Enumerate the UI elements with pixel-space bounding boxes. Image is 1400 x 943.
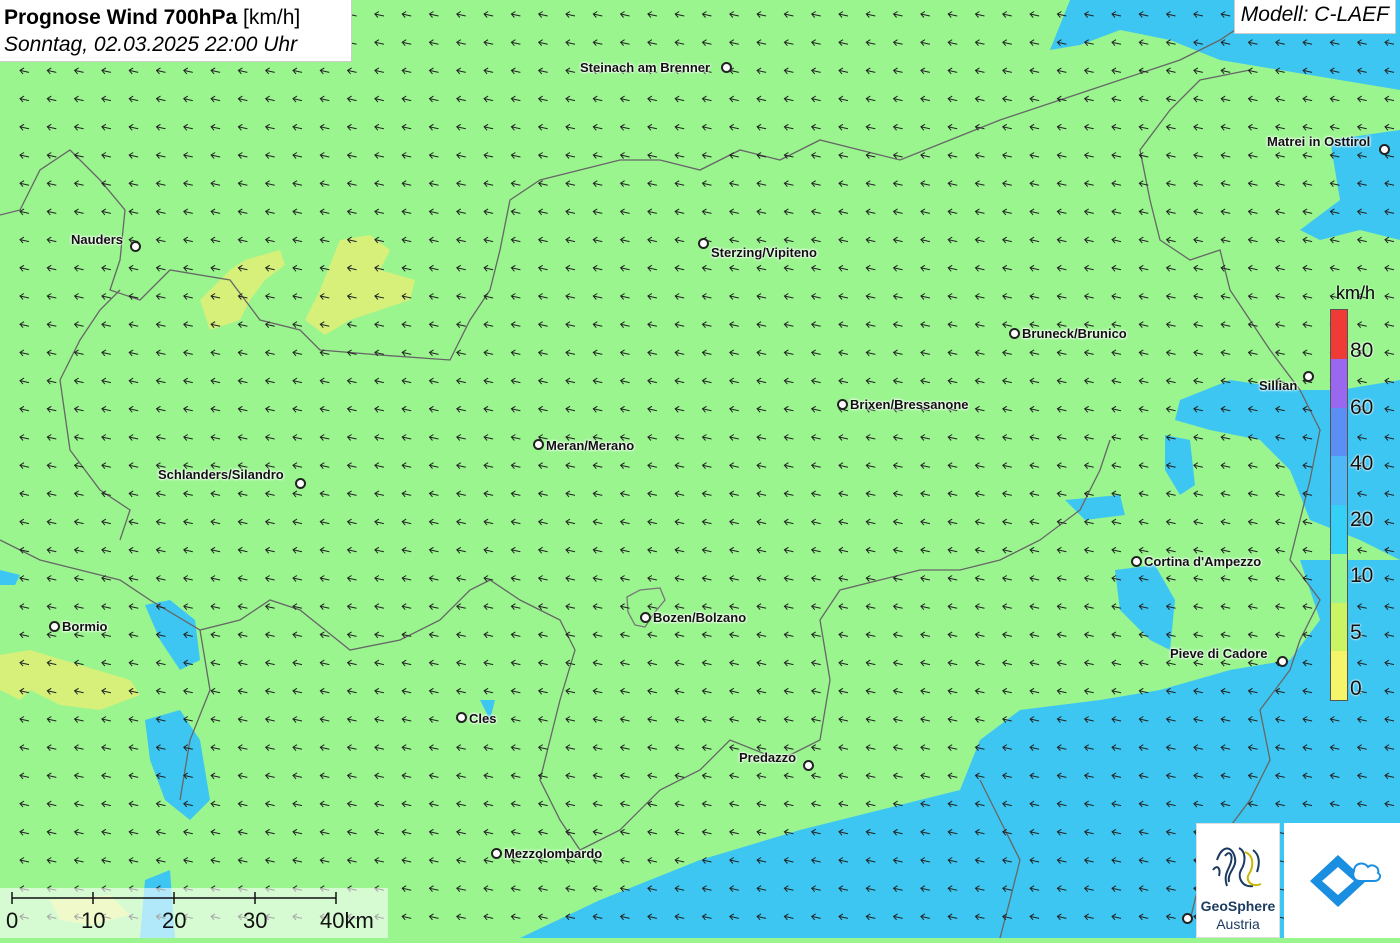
city-label: Cortina d'Ampezzo bbox=[1144, 554, 1262, 569]
city-dot bbox=[1303, 371, 1314, 382]
scale-bar: 0 10 20 30 40km bbox=[0, 888, 388, 938]
scale-label: 40km bbox=[320, 908, 374, 933]
legend-swatch bbox=[1331, 407, 1347, 457]
map-subtitle: Sonntag, 02.03.2025 22:00 Uhr bbox=[4, 33, 298, 56]
city-dot bbox=[533, 439, 544, 450]
legend-swatch bbox=[1331, 651, 1347, 700]
city-dot bbox=[456, 712, 467, 723]
city-dot bbox=[491, 848, 502, 859]
city-label: Pieve di Cadore bbox=[1170, 646, 1268, 661]
city-label: Nauders bbox=[71, 232, 124, 247]
model-label: Modell: C-LAEF bbox=[1233, 0, 1396, 34]
city-dot bbox=[130, 241, 141, 252]
geosphere-emblem-icon bbox=[1212, 847, 1262, 888]
city-label: Matrei in Osttirol bbox=[1267, 134, 1371, 149]
map-title-bold: Prognose Wind 700hPa bbox=[4, 6, 238, 29]
city-dot bbox=[721, 62, 732, 73]
city-label: Bozen/Bolzano bbox=[653, 610, 747, 625]
legend-swatch bbox=[1331, 310, 1347, 359]
city-dot bbox=[837, 399, 848, 410]
map-title: Prognose Wind 700hPa [km/h] bbox=[4, 4, 347, 31]
cloud-arrow-icon bbox=[1310, 855, 1382, 907]
legend-label-10: 10 bbox=[1350, 564, 1374, 587]
geosphere-logo[interactable]: GeoSphere Austria bbox=[1196, 823, 1280, 938]
city-dot bbox=[803, 760, 814, 771]
color-legend: km/h 80 60 40 20 10 5 0 bbox=[1330, 283, 1386, 711]
city-label: Cles bbox=[469, 711, 497, 726]
city-label: Sterzing/Vipiteno bbox=[711, 245, 817, 260]
legend-label-80: 80 bbox=[1350, 339, 1374, 362]
geosphere-country: Austria bbox=[1216, 916, 1260, 932]
city-dot bbox=[295, 478, 306, 489]
legend-swatch bbox=[1331, 553, 1347, 603]
scale-label: 20 bbox=[162, 908, 187, 933]
city-label: Bormio bbox=[62, 619, 108, 634]
city-dot bbox=[1009, 328, 1020, 339]
legend-label-0: 0 bbox=[1350, 677, 1362, 700]
legend-label-40: 40 bbox=[1350, 452, 1374, 475]
city-label: Bruneck/Brunico bbox=[1022, 326, 1127, 341]
city-dot bbox=[1379, 144, 1390, 155]
city-dot bbox=[1277, 656, 1288, 667]
city-dot bbox=[49, 621, 60, 632]
legend-label-5: 5 bbox=[1350, 621, 1362, 644]
legend-swatch bbox=[1331, 358, 1347, 408]
city-label: Schlanders/Silandro bbox=[158, 467, 284, 482]
city-dot bbox=[640, 612, 651, 623]
city-dot bbox=[1131, 556, 1142, 567]
map-title-unit: [km/h] bbox=[243, 6, 301, 29]
scale-label: 10 bbox=[81, 908, 106, 933]
legend-unit: km/h bbox=[1336, 283, 1376, 303]
city-label: Predazzo bbox=[739, 750, 797, 765]
city-label: Steinach am Brenner bbox=[580, 60, 711, 75]
geosphere-name: GeoSphere bbox=[1200, 898, 1276, 914]
scale-label: 30 bbox=[243, 908, 268, 933]
legend-swatch bbox=[1331, 456, 1347, 505]
city-label: Sillian bbox=[1259, 378, 1298, 393]
legend-swatch bbox=[1331, 505, 1347, 554]
city-dot bbox=[698, 238, 709, 249]
city-label: Brixen/Bressanone bbox=[850, 397, 969, 412]
scale-label: 0 bbox=[6, 908, 19, 933]
city-label: Mezzolombardo bbox=[504, 846, 603, 861]
brand-logo[interactable] bbox=[1284, 823, 1400, 938]
city-label: Meran/Merano bbox=[546, 438, 635, 453]
legend-swatch bbox=[1331, 602, 1347, 652]
legend-label-60: 60 bbox=[1350, 396, 1374, 419]
city-dot-unlabeled bbox=[1182, 913, 1193, 924]
title-box: Prognose Wind 700hPa [km/h] Sonntag, 02.… bbox=[0, 0, 352, 62]
legend-bar bbox=[1330, 309, 1348, 701]
legend-label-20: 20 bbox=[1350, 508, 1374, 531]
